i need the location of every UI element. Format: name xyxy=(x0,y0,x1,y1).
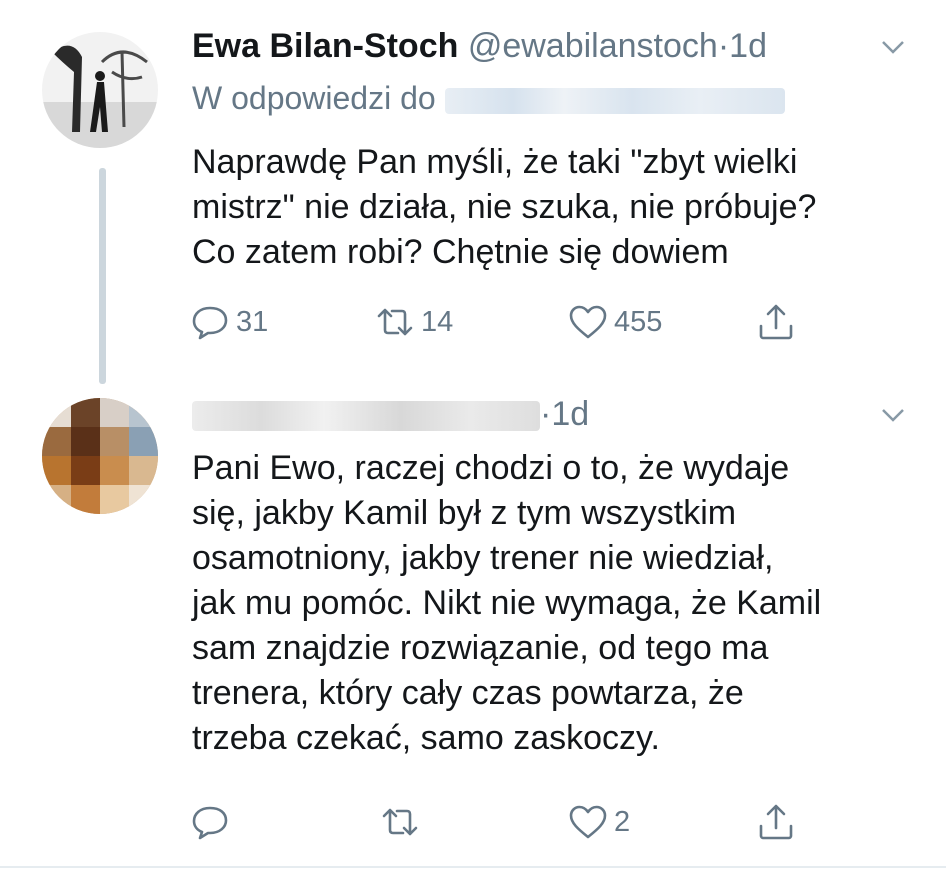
dot-separator: · xyxy=(717,27,730,65)
tweet-actions: 2 xyxy=(190,800,840,844)
retweet-icon xyxy=(382,808,418,836)
author-name[interactable]: Ewa Bilan-Stoch xyxy=(192,27,458,65)
share-button[interactable] xyxy=(756,800,796,844)
like-count: 2 xyxy=(614,805,631,838)
bottom-divider xyxy=(0,866,946,868)
tweet-header: ·1d xyxy=(192,394,589,434)
timestamp[interactable]: 1d xyxy=(729,27,767,65)
tweet-text-line: mistrz" nie działa, nie szuka, nie próbu… xyxy=(192,188,817,226)
author-handle[interactable]: @ewabilanstoch xyxy=(468,27,718,65)
like-count: 455 xyxy=(614,305,663,338)
like-icon xyxy=(569,805,607,839)
tweet-text-line: osamotniony, jakby trener nie wiedział, xyxy=(192,539,774,577)
tweet-1[interactable]: Ewa Bilan-Stoch @ewabilanstoch·1d W odpo… xyxy=(0,0,946,380)
thread-connector xyxy=(99,168,106,384)
tweet-header: Ewa Bilan-Stoch @ewabilanstoch·1d xyxy=(192,26,767,66)
retweet-button[interactable]: 14 xyxy=(375,300,453,344)
reply-context: W odpowiedzi do xyxy=(192,78,785,118)
tweet-text-line: sam znajdzie rozwiązanie, od tego ma xyxy=(192,629,769,667)
retweet-count: 14 xyxy=(421,305,454,338)
avatar-image-pixelated xyxy=(42,398,158,514)
tweet-2[interactable]: ·1d Pani Ewo, raczej chodzi o to, że wyd… xyxy=(0,380,946,866)
tweet-actions: 31 14 455 xyxy=(190,300,840,344)
tweet-text-line: Co zatem robi? Chętnie się dowiem xyxy=(192,233,729,271)
avatar-image xyxy=(42,32,158,148)
reply-prefix: W odpowiedzi do xyxy=(192,80,436,116)
like-button[interactable]: 455 xyxy=(568,300,662,344)
tweet-text: Naprawdę Pan myśli, że taki "zbyt wielki… xyxy=(192,140,912,275)
reply-button[interactable]: 31 xyxy=(190,300,268,344)
reply-count: 31 xyxy=(236,305,269,338)
avatar[interactable] xyxy=(42,398,158,514)
tweet-text: Pani Ewo, raczej chodzi o to, że wydaje … xyxy=(192,446,912,761)
tweet-text-line: się, jakby Kamil był z tym wszystkim xyxy=(192,494,737,532)
share-icon xyxy=(759,304,793,340)
tweet-text-line: Pani Ewo, raczej chodzi o to, że wydaje xyxy=(192,449,790,487)
chevron-down-icon[interactable] xyxy=(878,32,908,62)
retweet-icon xyxy=(377,308,413,336)
reply-icon xyxy=(192,806,228,840)
like-button[interactable]: 2 xyxy=(568,800,630,844)
chevron-down-icon[interactable] xyxy=(878,400,908,430)
retweet-button[interactable] xyxy=(380,800,420,844)
tweet-text-line: trzeba czekać, samo zaskoczy. xyxy=(192,719,660,757)
reply-button[interactable] xyxy=(190,800,230,844)
tweet-text-line: jak mu pomóc. Nikt nie wymaga, że Kamil xyxy=(192,584,822,622)
like-icon xyxy=(569,305,607,339)
timestamp[interactable]: 1d xyxy=(551,395,589,433)
dot-separator: · xyxy=(540,395,552,433)
share-button[interactable] xyxy=(756,300,796,344)
redacted-author[interactable] xyxy=(192,401,540,432)
share-icon xyxy=(759,804,793,840)
avatar[interactable] xyxy=(42,32,158,148)
redacted-mention[interactable] xyxy=(444,87,785,114)
tweet-text-line: trenera, który cały czas powtarza, że xyxy=(192,674,744,712)
tweet-text-line: Naprawdę Pan myśli, że taki "zbyt wielki xyxy=(192,143,798,181)
reply-icon xyxy=(192,306,228,340)
